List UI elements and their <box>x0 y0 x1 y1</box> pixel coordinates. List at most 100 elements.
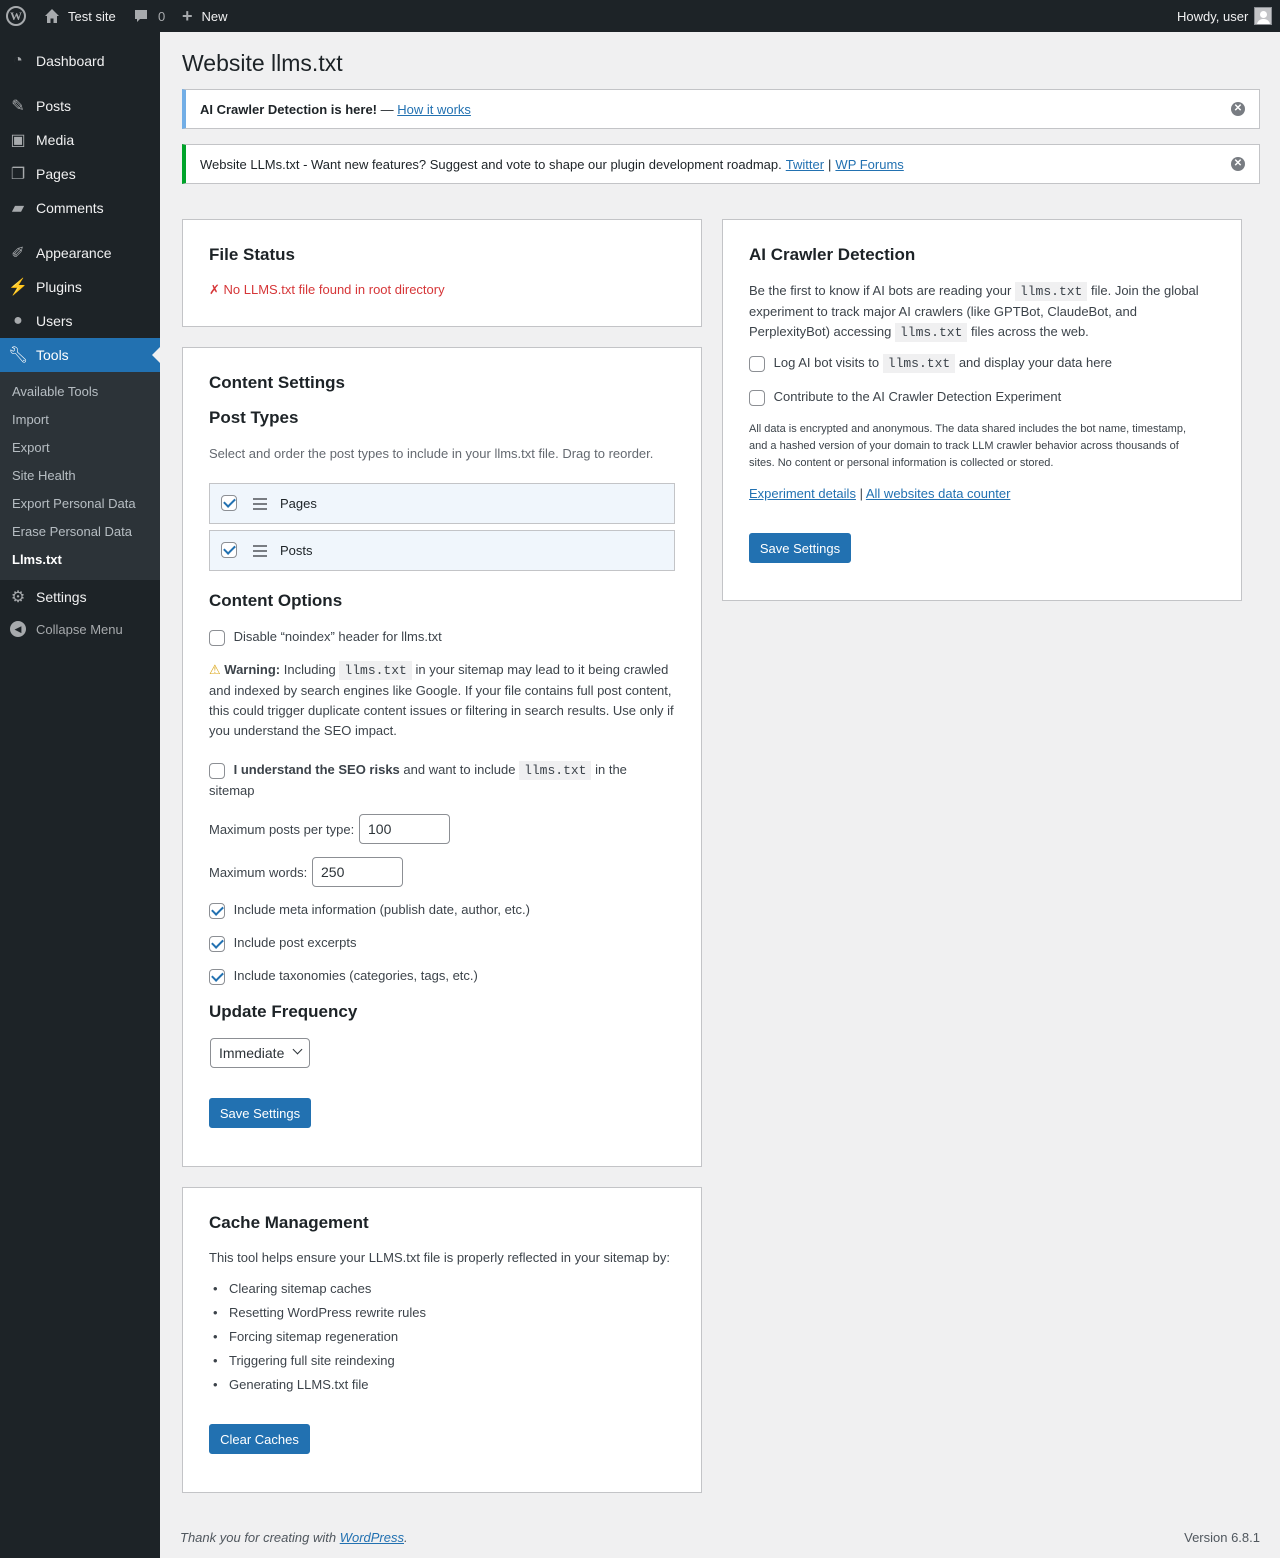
drag-handle-icon[interactable] <box>253 545 267 560</box>
seo-warning: ⚠ Warning: Including llms.txt in your si… <box>209 660 679 741</box>
post-type-checkbox[interactable] <box>221 495 237 511</box>
warning-text: Including <box>283 662 336 677</box>
home-icon <box>45 9 59 23</box>
pin-icon: ✎ <box>11 98 25 115</box>
warning-code: llms.txt <box>339 661 412 680</box>
submenu-site-health[interactable]: Site Health <box>12 468 76 483</box>
max-posts-input[interactable]: 100 <box>359 814 450 844</box>
seo-risks-text: in the <box>595 762 627 777</box>
post-type-row[interactable]: Pages <box>209 483 675 524</box>
list-item: Forcing sitemap regeneration <box>213 1329 398 1344</box>
submenu-available-tools[interactable]: Available Tools <box>12 384 98 399</box>
wordpress-logo-icon[interactable]: W <box>6 0 26 32</box>
post-type-checkbox[interactable] <box>221 542 237 558</box>
meta-checkbox[interactable] <box>209 902 225 919</box>
excerpts-checkbox[interactable] <box>209 935 225 952</box>
crawler-text: experiment to track major AI crawlers (l… <box>749 304 1137 319</box>
post-type-label: Posts <box>280 543 313 558</box>
submenu-llms-txt[interactable]: Llms.txt <box>12 552 62 567</box>
meta-option: Include meta information (publish date, … <box>209 900 530 920</box>
warning-icon: ⚠ <box>209 662 221 677</box>
collapse-menu-label: Collapse Menu <box>36 621 123 637</box>
frequency-value: Immediate <box>219 1045 285 1061</box>
clear-caches-button[interactable]: Clear Caches <box>209 1424 310 1454</box>
log-visits-text: Log AI bot visits to <box>773 355 880 370</box>
sidebar-item-users[interactable]: ● Users <box>0 304 160 338</box>
sidebar-item-label: Plugins <box>36 279 82 295</box>
content-settings-title: Content Settings <box>209 373 345 392</box>
sidebar-item-label: Users <box>36 313 73 329</box>
sidebar-item-label: Posts <box>36 98 72 114</box>
log-visits-text: and display your data here <box>958 355 1113 370</box>
footer-dot: . <box>404 1530 408 1545</box>
new-content-link[interactable]: + New <box>182 0 228 32</box>
page-title: Website llms.txt <box>182 50 343 76</box>
experiment-details-link[interactable]: Experiment details <box>749 486 856 501</box>
crawler-description: Be the first to know if AI bots are read… <box>749 281 1229 343</box>
dismiss-notice-icon[interactable]: ✕ <box>1231 102 1245 116</box>
submenu-import[interactable]: Import <box>12 412 49 427</box>
sidebar-item-media[interactable]: ▣ Media <box>0 123 160 157</box>
submenu-export-personal-data[interactable]: Export Personal Data <box>12 496 136 511</box>
sidebar-item-settings[interactable]: ⚙ Settings <box>0 580 160 614</box>
comments-link[interactable]: 0 <box>133 0 165 32</box>
data-counter-link[interactable]: All websites data counter <box>866 486 1011 501</box>
drag-handle-icon[interactable] <box>253 498 267 513</box>
contribute-option: Contribute to the AI Crawler Detection E… <box>749 387 1061 407</box>
wp-forums-link[interactable]: WP Forums <box>835 157 903 172</box>
cache-description: This tool helps ensure your LLMS.txt fil… <box>209 1250 670 1265</box>
submenu-export[interactable]: Export <box>12 440 50 455</box>
sidebar-item-pages[interactable]: ❐ Pages <box>0 157 160 191</box>
seo-risks-bold: I understand the SEO risks <box>233 762 400 777</box>
log-visits-checkbox[interactable] <box>749 355 765 372</box>
admin-bar: W Test site 0 + New Howdy, user <box>0 0 1280 32</box>
sidebar-item-comments[interactable]: ▰ Comments <box>0 191 160 225</box>
twitter-link[interactable]: Twitter <box>786 157 824 172</box>
site-name-link[interactable]: Test site <box>44 0 116 32</box>
settings-icon: ⚙ <box>10 589 26 606</box>
admin-sidebar: ◔ Dashboard ✎ Posts ▣ Media ❐ Pages ▰ Co… <box>0 32 160 1558</box>
save-settings-button[interactable]: Save Settings <box>209 1098 311 1128</box>
file-status-message: ✗ No LLMS.txt file found in root directo… <box>209 282 445 297</box>
noindex-option: Disable “noindex” header for llms.txt <box>209 627 442 647</box>
save-crawler-settings-button[interactable]: Save Settings <box>749 533 851 563</box>
comments-count: 0 <box>158 8 166 24</box>
collapse-arrow-icon: ◀ <box>10 621 26 637</box>
excerpts-label: Include post excerpts <box>233 935 357 950</box>
roadmap-text: Website LLMs.txt - Want new features? Su… <box>200 156 782 172</box>
pages-icon: ❐ <box>10 166 26 183</box>
post-type-row[interactable]: Posts <box>209 530 675 571</box>
sidebar-item-posts[interactable]: ✎ Posts <box>0 89 160 123</box>
cache-title: Cache Management <box>209 1213 369 1232</box>
submenu-erase-personal-data[interactable]: Erase Personal Data <box>12 524 132 539</box>
sidebar-item-label: Dashboard <box>36 53 105 69</box>
link-separator: | <box>859 486 863 501</box>
sidebar-item-plugins[interactable]: ⚡ Plugins <box>0 270 160 304</box>
wordpress-link[interactable]: WordPress <box>340 1530 404 1545</box>
frequency-select[interactable]: Immediate <box>210 1038 310 1068</box>
collapse-menu-button[interactable]: ◀ Collapse Menu <box>0 614 160 644</box>
my-account-link[interactable]: Howdy, user <box>1177 0 1273 32</box>
privacy-text: sites. No content or personal informatio… <box>749 457 1054 469</box>
taxonomies-checkbox[interactable] <box>209 968 225 985</box>
seo-risks-text: and want to include <box>403 762 516 777</box>
file-status-title: File Status <box>209 245 295 264</box>
comment-icon: ▰ <box>11 200 25 217</box>
sidebar-item-appearance[interactable]: ✐ Appearance <box>0 236 160 270</box>
warning-bold: Warning: <box>224 662 281 677</box>
how-it-works-link[interactable]: How it works <box>397 102 471 117</box>
contribute-checkbox[interactable] <box>749 389 765 406</box>
new-label: New <box>201 8 228 24</box>
contribute-label: Contribute to the AI Crawler Detection E… <box>773 389 1062 404</box>
seo-risks-text: sitemap <box>209 783 255 798</box>
list-item: Clearing sitemap caches <box>213 1281 371 1296</box>
dismiss-notice-icon[interactable]: ✕ <box>1231 157 1245 171</box>
max-words-input[interactable]: 250 <box>312 857 403 887</box>
file-status-card: File Status ✗ No LLMS.txt file found in … <box>182 219 702 327</box>
crawler-code: llms.txt <box>894 323 968 342</box>
sidebar-item-dashboard[interactable]: ◔ Dashboard <box>0 44 160 78</box>
sidebar-item-tools[interactable]: 🔧︎ Tools <box>0 338 160 372</box>
seo-risks-option: I understand the SEO risks and want to i… <box>209 760 679 801</box>
noindex-checkbox[interactable] <box>209 629 225 646</box>
seo-risks-checkbox[interactable] <box>209 762 225 779</box>
